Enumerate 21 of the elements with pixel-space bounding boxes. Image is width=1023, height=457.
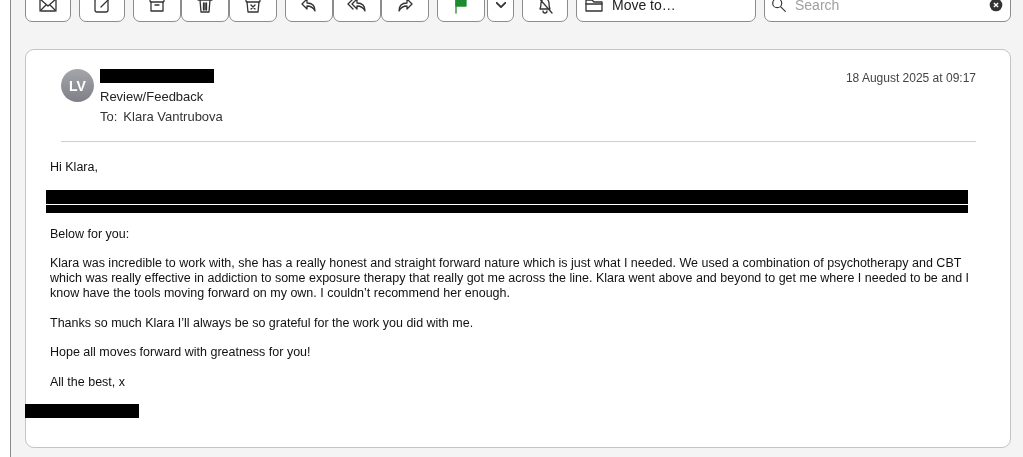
body-paragraph: Below for you:: [50, 226, 131, 242]
search-field[interactable]: Search: [764, 0, 1011, 22]
move-to-button[interactable]: Move to…: [576, 0, 756, 22]
body-paragraph: Hi Klara,: [50, 160, 99, 175]
trash-icon: [195, 0, 215, 15]
to-label: To:: [100, 109, 118, 124]
body-paragraph: Thanks so much Klara I’ll always be so grateful for the work you did with me.: [50, 315, 475, 331]
envelope-icon: [38, 0, 58, 15]
recipient-name: Klara Vantrubova: [123, 109, 223, 124]
body-paragraph: All the best, x: [50, 374, 127, 390]
subject-text: Review/Feedback: [100, 89, 205, 104]
body-paragraph: Hope all moves forward with greatness for you!: [50, 345, 312, 360]
date-text: 18 August 2025 at 09:17: [845, 71, 976, 85]
archive-icon: [147, 0, 167, 15]
junk-icon: [243, 0, 263, 15]
chevron-icon: [495, 2, 506, 8]
compose-icon: [92, 0, 112, 15]
avatar: LV: [61, 69, 94, 102]
clear-icon[interactable]: [989, 0, 1003, 12]
folder-icon: [584, 0, 604, 15]
body-paragraph: Klara was incredible to work with, she has a really honest and straight forward nature which is just what I needed. We used a combination of psychotherapy and CBT which was really effective in addiction to some exposure therapy that really got me across the line. Klara went above and beyond to get me where I needed to be and I know have the tools moving forward on my own. I couldn’t recommend her enough.: [50, 256, 971, 301]
